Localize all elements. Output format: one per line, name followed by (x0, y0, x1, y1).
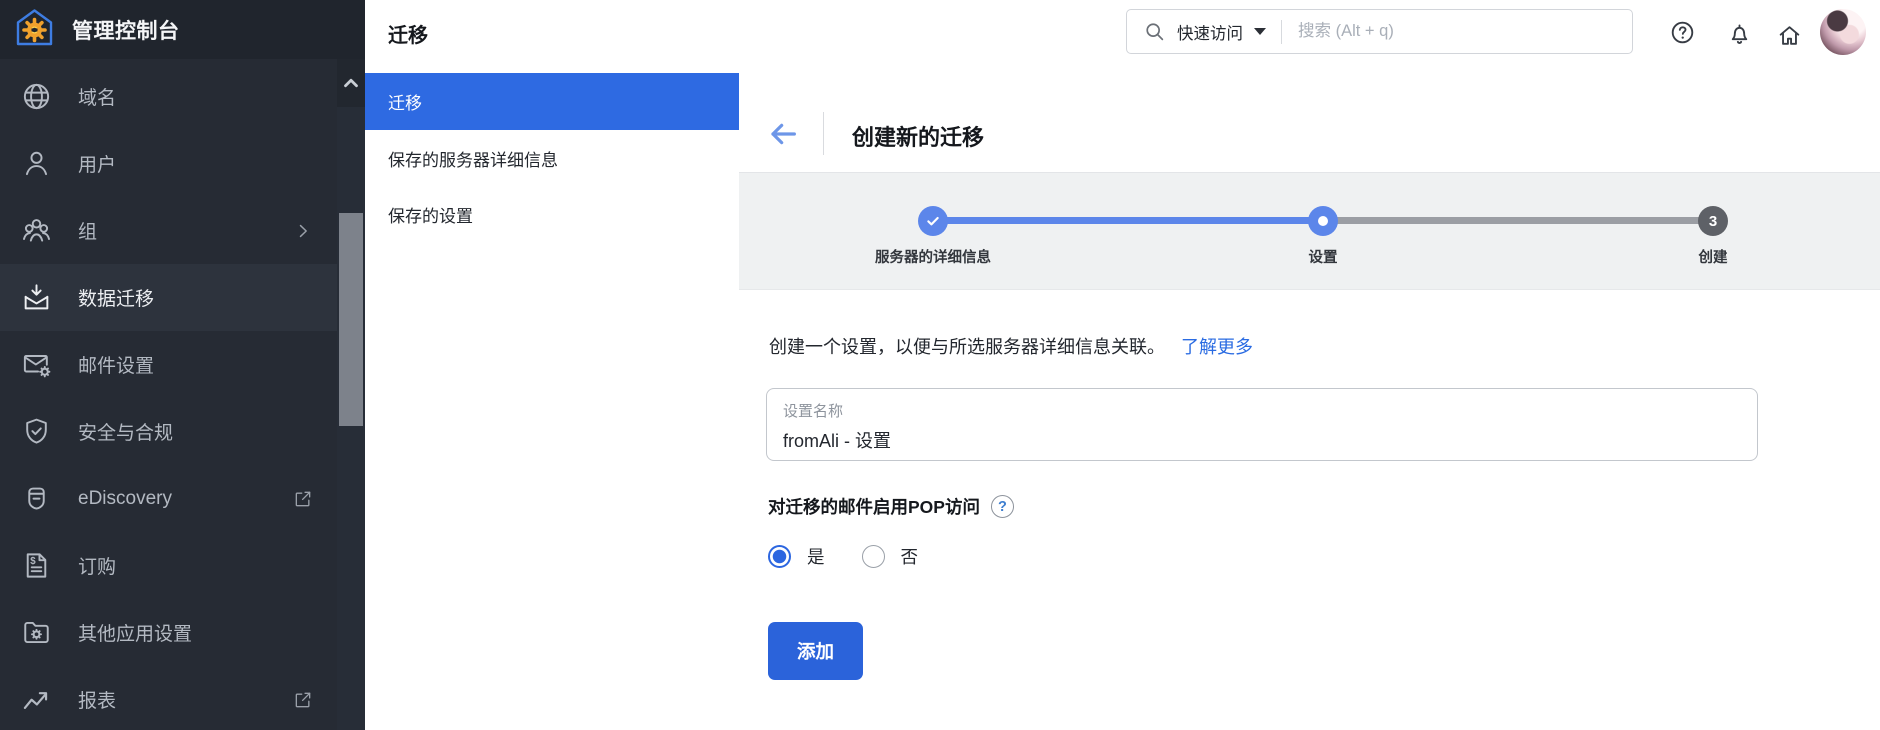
scrollbar-thumb[interactable] (339, 213, 363, 426)
user-icon (21, 148, 52, 179)
step-circle-2[interactable] (1308, 206, 1338, 236)
section-title: 迁移 (388, 25, 428, 47)
search-divider (1281, 19, 1282, 44)
app-header-brand: 管理控制台 (0, 0, 365, 59)
radio-selected-icon[interactable] (768, 545, 791, 568)
current-step-dot (1318, 216, 1328, 226)
pop-access-label: 对迁移的邮件启用POP访问 (768, 497, 980, 517)
admin-console-logo-icon (14, 7, 55, 53)
notifications-icon[interactable] (1727, 21, 1752, 46)
app-title: 管理控制台 (72, 19, 180, 43)
sidebar-item-label: 域名 (78, 88, 117, 109)
primary-nav: 域名用户组数据迁移邮件设置安全与合规 eDiscovery $ 订购其他应用设置 报表 (0, 63, 337, 730)
external-link-icon (293, 690, 313, 710)
step-label-2: 设置 (1308, 250, 1338, 266)
sidebar-item-folder-gear[interactable]: 其他应用设置 (0, 599, 337, 666)
radio-option-no[interactable]: 否 (861, 544, 919, 569)
sidebar-item-mail-gear[interactable]: 邮件设置 (0, 331, 337, 398)
sidebar-item-migration[interactable]: 数据迁移 (0, 264, 337, 331)
pop-access-radio-group: 是否 (768, 544, 918, 569)
step-circle-3[interactable]: 3 (1698, 206, 1728, 236)
billing-icon: $ (21, 550, 52, 581)
search-input[interactable] (1296, 21, 1590, 42)
external-link-icon (293, 489, 313, 509)
globe-icon (21, 81, 52, 112)
quick-access-dropdown[interactable]: 快速访问 (1177, 20, 1243, 44)
step-label-1: 服务器的详细信息 (875, 250, 991, 266)
help-icon[interactable] (1670, 20, 1695, 45)
sidebar-item-user[interactable]: 用户 (0, 130, 337, 197)
sidebar-scrollbar[interactable] (337, 59, 365, 730)
sidebar-item-label: 报表 (78, 691, 117, 712)
global-search[interactable]: 快速访问 (1126, 9, 1633, 54)
back-button[interactable] (767, 118, 799, 150)
title-divider (823, 112, 824, 155)
stepper-line-done (933, 217, 1323, 224)
reports-icon (21, 684, 52, 715)
setting-name-label: 设置名称 (783, 403, 844, 420)
mail-gear-icon (21, 349, 52, 380)
sidebar-item-label: eDiscovery (78, 487, 172, 509)
secondary-nav-item[interactable]: 保存的设置 (365, 186, 739, 242)
sidebar-item-label: 其他应用设置 (78, 624, 193, 645)
step-label-3: 创建 (1698, 250, 1728, 266)
shield-check-icon (21, 416, 52, 447)
sidebar-item-shield-check[interactable]: 安全与合规 (0, 398, 337, 465)
check-icon (925, 213, 941, 229)
archive-icon (21, 483, 52, 514)
sidebar-item-label: 邮件设置 (78, 356, 155, 377)
sidebar-item-label: 数据迁移 (78, 289, 155, 310)
page-title: 创建新的迁移 (852, 125, 985, 150)
stepper: 服务器的详细信息 设置 3 创建 (739, 172, 1880, 290)
chevron-right-icon (293, 221, 313, 241)
sidebar-item-reports[interactable]: 报表 (0, 666, 337, 730)
help-tooltip-icon[interactable]: ? (990, 495, 1014, 518)
setting-name-value[interactable]: fromAli - 设置 (783, 427, 1757, 453)
migration-icon (21, 282, 52, 313)
svg-text:$: $ (30, 556, 36, 567)
sidebar-item-label: 用户 (78, 155, 117, 176)
step-circle-1[interactable] (918, 206, 948, 236)
sidebar-item-globe[interactable]: 域名 (0, 63, 337, 130)
chevron-down-icon[interactable] (1254, 28, 1266, 35)
sidebar-item-label: 订购 (78, 557, 117, 578)
scroll-up-button[interactable] (337, 59, 365, 107)
learn-more-link[interactable]: 了解更多 (1181, 337, 1253, 357)
user-avatar[interactable] (1820, 9, 1866, 55)
folder-gear-icon (21, 617, 52, 648)
search-icon (1144, 21, 1165, 42)
radio-label: 是 (807, 547, 825, 567)
description-row: 创建一个设置，以便与所选服务器详细信息关联。 了解更多 (769, 333, 1253, 359)
stepper-line-todo (1323, 217, 1713, 224)
description-text: 创建一个设置，以便与所选服务器详细信息关联。 (769, 337, 1165, 357)
radio-option-yes[interactable]: 是 (768, 544, 825, 569)
app-root: 管理控制台 域名用户组数据迁移邮件设置安全与合规 eDiscovery $ 订购其他应… (0, 0, 1880, 730)
sidebar-item-label: 安全与合规 (78, 423, 174, 444)
step-number: 3 (1708, 212, 1718, 230)
chevron-up-icon (344, 78, 358, 88)
radio-label: 否 (900, 547, 919, 567)
sidebar-item-label: 组 (78, 222, 98, 243)
setting-name-field[interactable]: 设置名称 fromAli - 设置 (766, 388, 1758, 461)
secondary-nav: 迁移 保存的服务器详细信息 保存的设置 (365, 73, 739, 242)
secondary-nav-item[interactable]: 迁移 (365, 73, 739, 130)
radio-unselected-icon[interactable] (861, 545, 885, 568)
group-icon (21, 215, 52, 246)
sidebar-item-group[interactable]: 组 (0, 197, 337, 264)
add-button[interactable]: 添加 (768, 622, 863, 680)
home-icon[interactable] (1777, 23, 1802, 48)
pop-access-row: 对迁移的邮件启用POP访问 ? (768, 494, 1014, 519)
secondary-nav-item[interactable]: 保存的服务器详细信息 (365, 130, 739, 186)
secondary-sidebar: 迁移 迁移 保存的服务器详细信息 保存的设置 (365, 0, 739, 730)
sidebar-item-billing[interactable]: $ 订购 (0, 532, 337, 599)
sidebar-item-archive[interactable]: eDiscovery (0, 465, 337, 532)
